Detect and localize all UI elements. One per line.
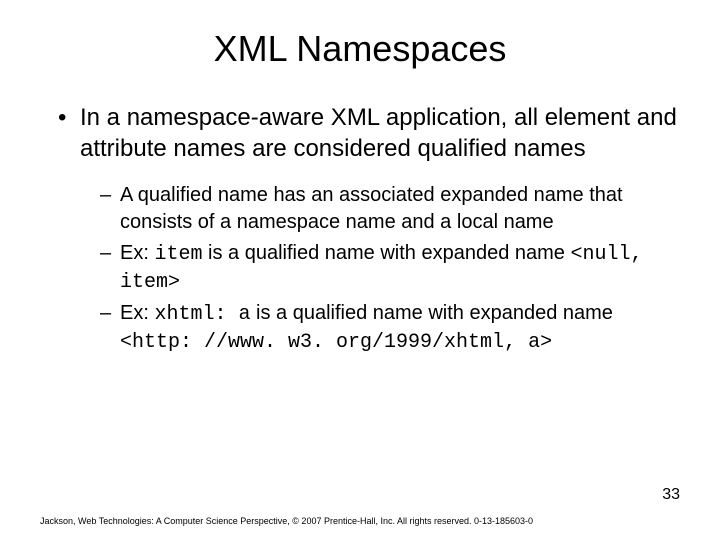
text-fragment: Ex:	[120, 302, 154, 324]
term-local-name: local name	[457, 211, 554, 233]
term-namespace-aware: namespace-aware	[127, 104, 324, 131]
text-fragment: is a qualified name with expanded name	[250, 302, 612, 324]
text-fragment: In a	[80, 104, 127, 131]
term-qualified-names: qualified names	[418, 135, 586, 162]
sub-bullet-list: A qualified name has an associated expan…	[100, 182, 680, 356]
text-fragment: Ex:	[120, 242, 154, 264]
code-xhtml-uri: <http: //www. w3. org/1999/xhtml, a>	[120, 331, 552, 354]
bullet-level2: Ex: item is a qualified name with expand…	[100, 240, 680, 296]
footer-citation: Jackson, Web Technologies: A Computer Sc…	[40, 516, 533, 526]
bullet-level2: Ex: xhtml: a is a qualified name with ex…	[100, 300, 680, 356]
text-fragment: A qualified name has an associated	[120, 184, 440, 206]
slide: XML Namespaces In a namespace-aware XML …	[0, 0, 720, 540]
code-xhtml-a: xhtml: a	[154, 303, 250, 326]
text-fragment: is a qualified name with expanded name	[202, 242, 570, 264]
page-number: 33	[662, 486, 680, 504]
code-item: item	[154, 243, 202, 266]
bullet-level2: A qualified name has an associated expan…	[100, 182, 680, 236]
term-expanded-name: expanded name	[440, 184, 583, 206]
slide-title: XML Namespaces	[40, 28, 680, 70]
bullet-level1: In a namespace-aware XML application, al…	[58, 102, 680, 164]
